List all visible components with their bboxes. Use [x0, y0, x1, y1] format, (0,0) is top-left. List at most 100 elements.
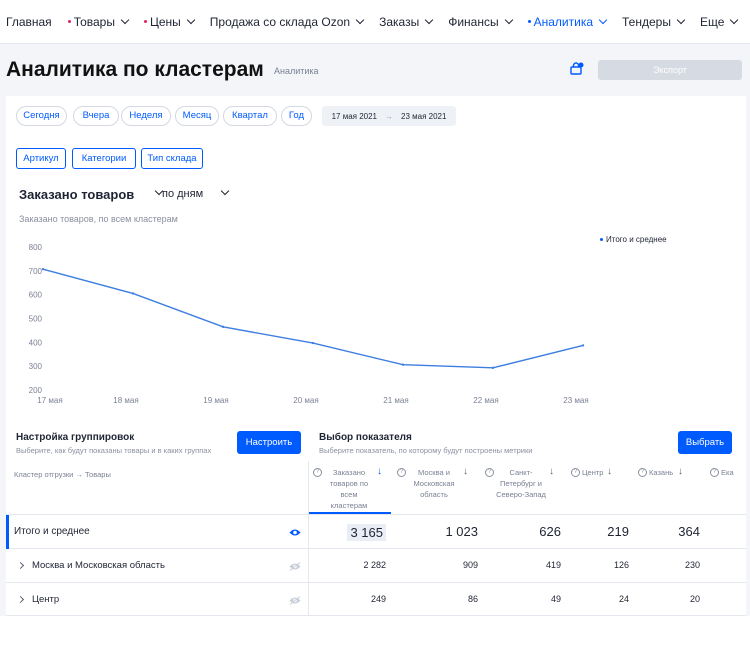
table-cell: 2 282 [363, 560, 386, 570]
help-icon[interactable]: ? [485, 468, 494, 477]
metric-dropdown[interactable]: Заказано товаров [19, 187, 134, 202]
granularity-dropdown[interactable]: по дням [162, 188, 203, 200]
data-point[interactable] [41, 267, 45, 271]
chevron-down-icon [730, 15, 739, 25]
breadcrumb[interactable]: Аналитика [274, 66, 319, 76]
x-tick-label: 21 мая [383, 396, 408, 405]
nav-item-4[interactable]: Заказы [379, 15, 434, 29]
table-cell: 249 [370, 593, 386, 604]
chevron-down-icon [120, 15, 130, 25]
nav-notification-dot [67, 20, 71, 23]
chart-legend[interactable]: Итого и среднее [600, 235, 667, 244]
help-icon[interactable]: ? [638, 468, 647, 477]
help-icon[interactable]: ? [571, 468, 580, 477]
sort-arrow-icon[interactable]: ↓ [377, 466, 382, 477]
chevron-down-icon [355, 15, 365, 25]
orders-line-chart: 200 300 400 500 600 700 800 17 мая 18 мая 19 мая 2… [29, 243, 589, 405]
table-header: Кластер отгрузки → Товары ? Заказано това… [6, 461, 746, 515]
export-button[interactable]: Экспорт [598, 60, 742, 80]
data-point[interactable] [401, 363, 405, 366]
x-tick-label: 19 мая [203, 396, 228, 405]
eye-hidden-icon[interactable] [289, 595, 301, 605]
row-label: Итого и среднее [14, 526, 90, 537]
nav-item-1[interactable]: Товары [67, 15, 130, 29]
eye-hidden-icon[interactable] [289, 562, 301, 571]
top-navigation: Главная Товары Цены Продажа со склада Ozon З… [0, 0, 750, 44]
column-header-0[interactable]: ? Заказано товаров по всем кластерам ↓ [309, 466, 391, 515]
data-point[interactable] [491, 366, 495, 370]
page-footer-space [0, 616, 750, 645]
y-tick-label: 600 [29, 291, 43, 300]
nav-item-0[interactable]: Главная [6, 15, 52, 29]
period-year-button[interactable]: Год [281, 106, 312, 126]
expand-chevron-icon[interactable] [16, 561, 25, 570]
period-yesterday-button[interactable]: Вчера [73, 106, 119, 126]
chevron-down-icon [504, 15, 513, 25]
filter-warehouse-type-button[interactable]: Тип склада [141, 148, 203, 169]
y-tick-label: 400 [29, 338, 43, 347]
eye-icon[interactable] [289, 528, 301, 537]
column-header-label: Санкт-Петербург и Северо-Запад [496, 468, 546, 499]
sort-arrow-icon[interactable]: ↓ [549, 466, 554, 477]
period-quarter-button[interactable]: Квартал [223, 106, 277, 126]
help-icon[interactable]: ? [397, 468, 406, 477]
nav-item-3[interactable]: Продажа со склада Ozon [209, 14, 365, 29]
column-header-4[interactable]: ? Казань ↓ [634, 466, 702, 515]
sort-arrow-icon[interactable]: ↓ [463, 466, 468, 477]
notification-icon[interactable] [570, 62, 584, 76]
nav-item-2[interactable]: Цены [143, 14, 196, 29]
date-to: 23 мая 2021 [401, 111, 447, 121]
chevron-down-icon [676, 15, 686, 25]
help-icon[interactable]: ? [313, 468, 322, 477]
chart-subtitle: Заказано товаров, по всем кластерам [19, 214, 178, 224]
clusters-table: Кластер отгрузки → Товары ? Заказано това… [6, 461, 746, 616]
filter-article-button[interactable]: Артикул [16, 148, 66, 169]
nav-item-7[interactable]: Тендеры [622, 15, 686, 29]
total-row[interactable]: Итого и среднее 3 165 1 023 626 219 364 [6, 515, 746, 549]
nav-notification-dot [527, 20, 531, 23]
x-tick-label: 17 мая [37, 396, 62, 405]
date-range-picker[interactable]: 17 мая 2021 → 23 мая 2021 [322, 106, 456, 126]
table-row[interactable]: Центр 249 86 49 24 20 [6, 583, 746, 616]
data-point[interactable] [131, 292, 135, 295]
period-month-button[interactable]: Месяц [175, 106, 219, 126]
expand-chevron-icon[interactable] [16, 595, 25, 603]
cluster-column-header[interactable]: Кластер отгрузки → Товары [14, 470, 111, 479]
filter-categories-button[interactable]: Категории [72, 148, 136, 169]
x-tick-label: 23 мая [563, 396, 588, 405]
table-cell: 49 [550, 593, 561, 604]
column-header-1[interactable]: ? Москва и Московская область ↓ [393, 466, 477, 515]
chevron-down-icon [186, 15, 196, 25]
column-header-2[interactable]: ? Санкт-Петербург и Северо-Запад ↓ [481, 466, 563, 515]
nav-label: Продажа со склада Ozon [209, 14, 351, 29]
data-point[interactable] [581, 344, 585, 347]
nav-label: Цены [149, 14, 181, 29]
x-tick-label: 20 мая [293, 396, 318, 405]
nav-item-5[interactable]: Финансы [448, 15, 513, 29]
row-label: Центр [32, 593, 60, 605]
chevron-down-icon [424, 15, 434, 25]
nav-item-8[interactable]: Еще [700, 15, 739, 29]
period-week-button[interactable]: Неделя [121, 106, 171, 126]
grouping-title: Настройка группировок [16, 432, 135, 443]
table-cell: 219 [607, 524, 629, 539]
select-metric-button[interactable]: Выбрать [678, 431, 732, 454]
legend-dot-icon [600, 238, 603, 241]
data-point[interactable] [311, 341, 315, 345]
column-header-5[interactable]: ? Ека [706, 467, 746, 515]
column-header-3[interactable]: ? Центр ↓ [567, 466, 629, 515]
metric-select-subtitle: Выберите показатель, по которому будут п… [319, 446, 533, 455]
nav-label: Аналитика [533, 14, 594, 29]
chevron-down-icon[interactable] [220, 186, 230, 196]
sort-arrow-icon[interactable]: ↓ [678, 466, 683, 477]
data-point[interactable] [221, 325, 225, 329]
x-tick-label: 18 мая [113, 396, 138, 405]
table-row[interactable]: Москва и Московская область 2 282 909 419 12… [6, 549, 746, 583]
sort-arrow-icon[interactable]: ↓ [607, 466, 612, 477]
date-from: 17 мая 2021 [331, 111, 377, 121]
nav-item-6[interactable]: Аналитика [527, 14, 608, 29]
page-title: Аналитика по кластерам [6, 58, 264, 81]
help-icon[interactable]: ? [710, 468, 719, 477]
period-today-button[interactable]: Сегодня [16, 106, 67, 126]
configure-grouping-button[interactable]: Настроить [237, 431, 301, 454]
